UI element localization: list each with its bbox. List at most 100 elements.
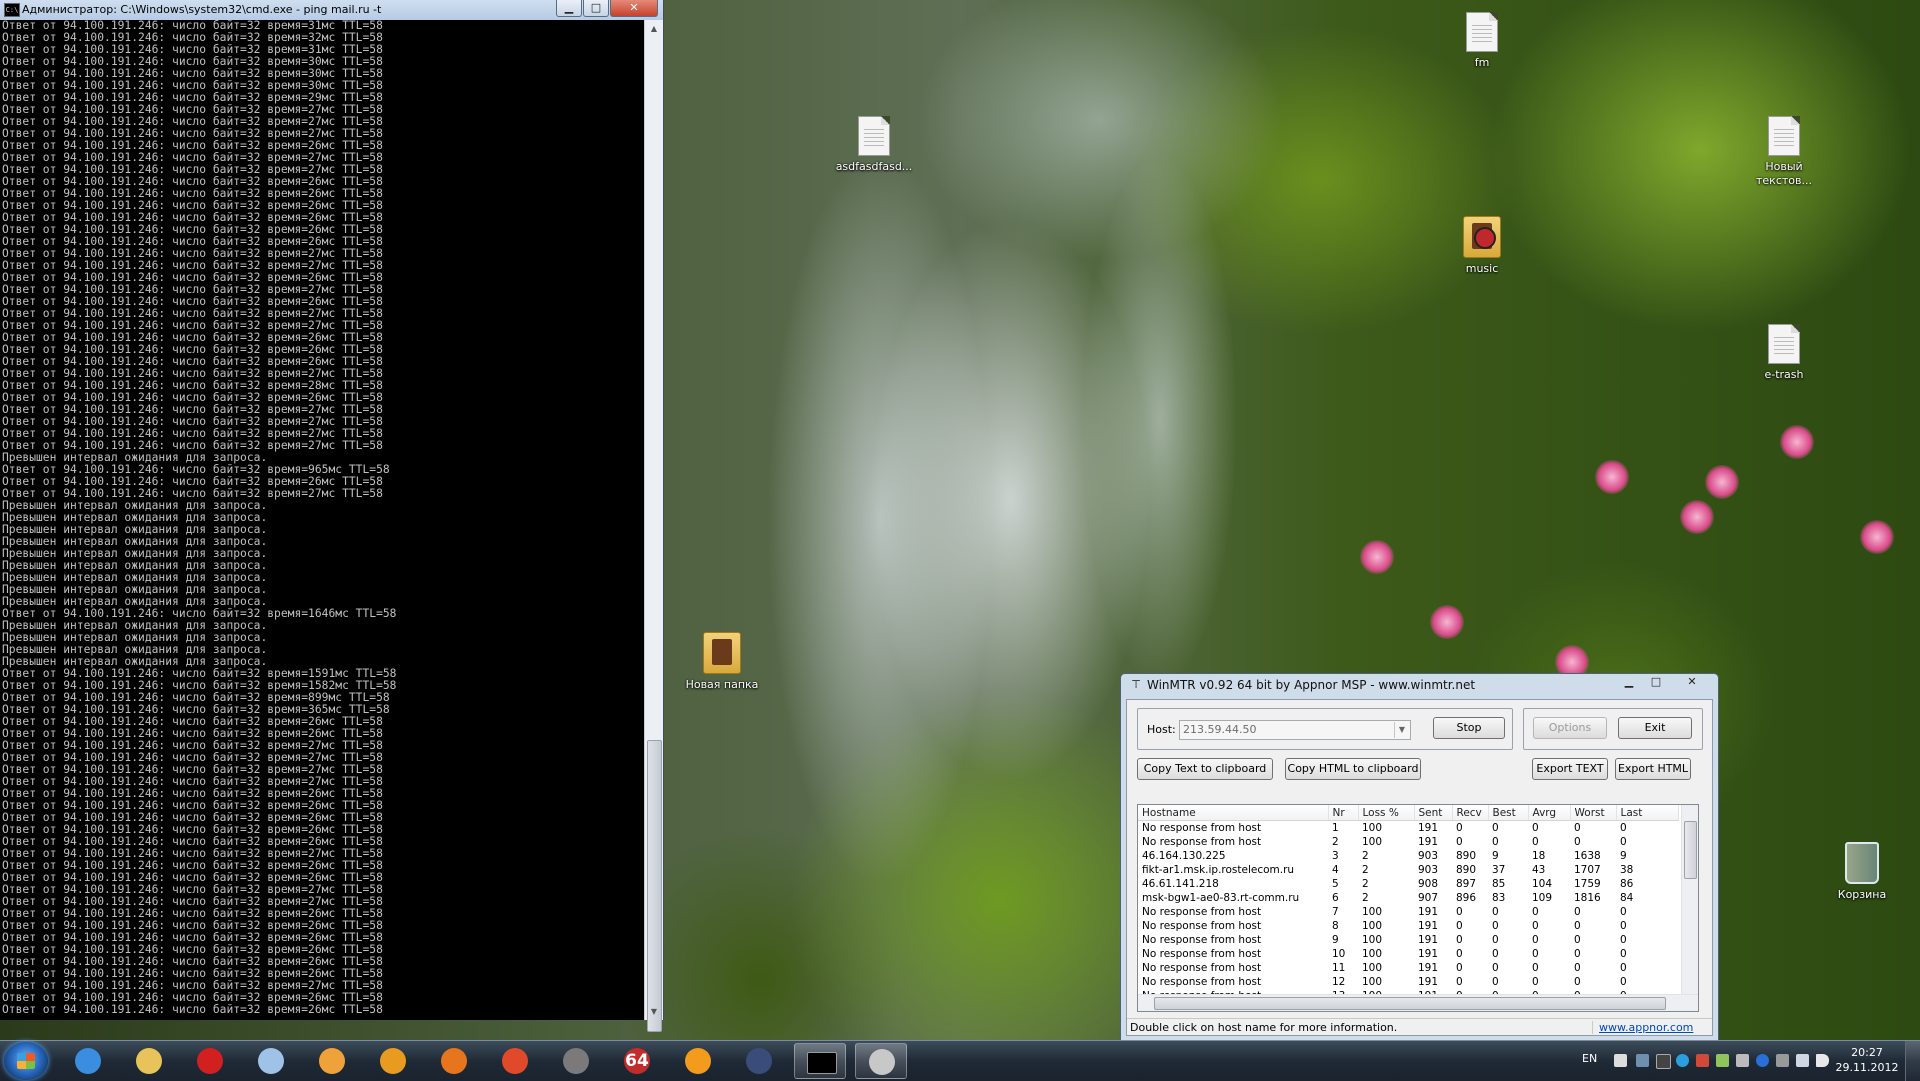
export-html-button[interactable]: Export HTML xyxy=(1615,758,1691,780)
network-monitor-icon[interactable] xyxy=(1636,1054,1649,1067)
desktop-icon-asdfasdfasd[interactable]: asdfasdfasd... xyxy=(826,116,922,174)
taskbar-button[interactable] xyxy=(794,1043,846,1079)
volume-icon[interactable] xyxy=(1816,1054,1829,1067)
table-row[interactable]: No response from host 7 100 191 0 0 0 0 0 xyxy=(1138,905,1678,919)
taskbar-button[interactable] xyxy=(245,1043,297,1079)
cmd-vertical-scrollbar[interactable]: ▲ ▼ xyxy=(644,20,663,1032)
copy-text-button[interactable]: Copy Text to clipboard xyxy=(1137,758,1273,780)
results-horizontal-scrollbar[interactable] xyxy=(1138,994,1698,1011)
column-header[interactable]: Worst xyxy=(1570,805,1617,821)
taskbar-button[interactable] xyxy=(855,1043,907,1079)
winmtr-window-title: WinMTR v0.92 64 bit by Appnor MSP - www.… xyxy=(1147,678,1476,692)
desktop-icon-e-trash[interactable]: e-trash xyxy=(1736,324,1832,382)
taskbar-button[interactable] xyxy=(367,1043,419,1079)
table-row[interactable]: No response from host 10 100 191 0 0 0 0 0 xyxy=(1138,947,1678,961)
network-icon[interactable] xyxy=(1796,1054,1809,1067)
table-row[interactable]: No response from host 12 100 191 0 0 0 0 0 xyxy=(1138,975,1678,989)
results-vertical-scrollbar[interactable] xyxy=(1681,805,1698,995)
bluetooth-icon[interactable] xyxy=(1756,1054,1769,1067)
action-center-flag-icon[interactable] xyxy=(1614,1054,1627,1067)
cmd-titlebar[interactable]: C:\ Администратор: C:\Windows\system32\c… xyxy=(0,0,663,20)
tray-app-icon[interactable] xyxy=(1716,1054,1729,1067)
cmd-maximize-button[interactable]: □ xyxy=(583,0,609,17)
appnor-link[interactable]: www.appnor.com xyxy=(1592,1021,1693,1034)
winmtr-maximize-button[interactable]: □ xyxy=(1644,674,1668,690)
stat-cell: 7 xyxy=(1332,906,1339,918)
taskbar-button[interactable] xyxy=(672,1043,724,1079)
winmtr-close-button[interactable]: ✕ xyxy=(1674,674,1710,690)
host-value: 213.59.44.50 xyxy=(1183,723,1257,736)
taskbar-button[interactable] xyxy=(62,1043,114,1079)
column-header[interactable]: Best xyxy=(1488,805,1529,821)
cmd-window[interactable]: C:\ Администратор: C:\Windows\system32\c… xyxy=(0,0,664,1032)
table-row[interactable]: No response from host 8 100 191 0 0 0 0 0 xyxy=(1138,919,1678,933)
stat-cell: 0 xyxy=(1574,948,1581,960)
table-row[interactable]: No response from host 2 100 191 0 0 0 0 0 xyxy=(1138,835,1678,849)
column-header[interactable]: Recv xyxy=(1452,805,1489,821)
table-row[interactable]: 46.61.141.218 5 2 908 897 85 104 1759 86 xyxy=(1138,877,1678,891)
hostname-cell: 46.164.130.225 xyxy=(1142,850,1226,862)
column-header[interactable]: Last xyxy=(1616,805,1679,821)
taskbar-button[interactable] xyxy=(306,1043,358,1079)
scroll-down-arrow-icon[interactable]: ▼ xyxy=(645,1003,663,1020)
stop-button[interactable]: Stop xyxy=(1433,717,1505,739)
tray-app-icon[interactable] xyxy=(1656,1054,1671,1069)
start-button[interactable] xyxy=(4,1042,48,1080)
scrollbar-thumb[interactable] xyxy=(1154,997,1666,1010)
export-text-button[interactable]: Export TEXT xyxy=(1532,758,1608,780)
tray-app-icon[interactable] xyxy=(1776,1054,1789,1067)
hostname-cell: No response from host xyxy=(1142,976,1262,988)
cmd-minimize-button[interactable]: ▁ xyxy=(556,0,582,17)
tray-app-icon[interactable] xyxy=(1696,1054,1709,1067)
menu-app-icon xyxy=(685,1048,711,1074)
desktop-icon-recycle-bin[interactable]: Корзина xyxy=(1814,842,1910,902)
cmd-close-button[interactable]: ✕ xyxy=(610,0,658,17)
desktop-icon-music[interactable]: music xyxy=(1434,216,1530,276)
table-row[interactable]: No response from host 11 100 191 0 0 0 0 0 xyxy=(1138,961,1678,975)
options-button[interactable]: Options xyxy=(1533,717,1607,739)
show-desktop-button[interactable] xyxy=(1905,1041,1920,1081)
desktop-icon-fm[interactable]: fm xyxy=(1434,12,1530,70)
column-header[interactable]: Nr xyxy=(1328,805,1359,821)
taskbar-button[interactable]: 64 xyxy=(611,1043,663,1079)
copy-html-button[interactable]: Copy HTML to clipboard xyxy=(1285,758,1421,780)
console-output[interactable]: Ответ от 94.100.191.246: число байт=32 в… xyxy=(0,20,645,1020)
column-header[interactable]: Loss % xyxy=(1358,805,1415,821)
table-row[interactable]: 46.164.130.225 3 2 903 890 9 18 1638 9 xyxy=(1138,849,1678,863)
stat-cell: 0 xyxy=(1456,962,1463,974)
stat-cell: 0 xyxy=(1492,976,1499,988)
language-indicator[interactable]: EN xyxy=(1582,1052,1597,1065)
host-combobox[interactable]: 213.59.44.50 ▼ xyxy=(1179,720,1411,740)
column-header[interactable]: Avrg xyxy=(1528,805,1571,821)
scrollbar-thumb[interactable] xyxy=(1684,821,1697,879)
stat-cell: 4 xyxy=(1332,864,1339,876)
tray-app-icon[interactable] xyxy=(1736,1054,1749,1067)
winmtr-window[interactable]: ⊤ WinMTR v0.92 64 bit by Appnor MSP - ww… xyxy=(1120,673,1719,1045)
winmtr-minimize-button[interactable]: ▁ xyxy=(1617,674,1641,690)
taskbar-button[interactable] xyxy=(489,1043,541,1079)
table-row[interactable]: No response from host 9 100 191 0 0 0 0 0 xyxy=(1138,933,1678,947)
winmtr-titlebar[interactable]: ⊤ WinMTR v0.92 64 bit by Appnor MSP - ww… xyxy=(1121,674,1718,696)
exit-button[interactable]: Exit xyxy=(1618,717,1692,739)
skype-icon[interactable] xyxy=(1676,1054,1689,1067)
results-table[interactable]: Hostname Nr Loss % Sent Recv Best Avrg Worst Las… xyxy=(1137,804,1699,1012)
taskbar-button[interactable] xyxy=(733,1043,785,1079)
scrollbar-thumb[interactable] xyxy=(647,740,662,1032)
table-row[interactable]: No response from host 1 100 191 0 0 0 0 0 xyxy=(1138,821,1678,836)
chevron-down-icon[interactable]: ▼ xyxy=(1394,722,1409,738)
column-header[interactable]: Sent xyxy=(1414,805,1453,821)
column-header[interactable]: Hostname xyxy=(1138,805,1329,821)
desktop-icon-new-text[interactable]: Новый текстов... xyxy=(1736,116,1832,188)
stat-cell: 11 xyxy=(1332,962,1346,974)
table-row[interactable]: msk-bgw1-ae0-83.rt-comm.ru 6 2 907 896 83 109 1… xyxy=(1138,891,1678,905)
taskbar-button[interactable] xyxy=(428,1043,480,1079)
taskbar-button[interactable] xyxy=(123,1043,175,1079)
table-row[interactable]: fikt-ar1.msk.ip.rostelecom.ru 4 2 903 890 37 4… xyxy=(1138,863,1678,877)
desktop-icon-new-folder[interactable]: Новая папка xyxy=(674,632,770,692)
media-player-icon xyxy=(319,1048,345,1074)
taskbar-button[interactable] xyxy=(550,1043,602,1079)
scroll-up-arrow-icon[interactable]: ▲ xyxy=(645,20,663,37)
taskbar-button[interactable] xyxy=(184,1043,236,1079)
system-clock[interactable]: 20:27 29.11.2012 xyxy=(1833,1045,1901,1075)
hostname-cell: No response from host xyxy=(1142,948,1262,960)
